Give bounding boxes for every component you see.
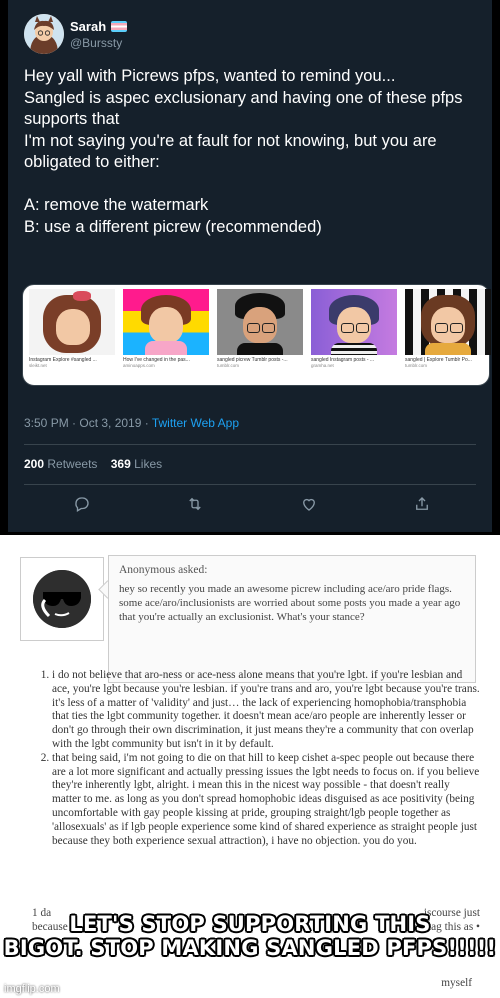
user-avatar[interactable] [24, 14, 64, 54]
image-search-results: Instagram Explore #sangled ... sleikt.ne… [22, 284, 491, 386]
image-result-1[interactable]: Instagram Explore #sangled ... sleikt.ne… [29, 289, 115, 381]
like-icon[interactable] [299, 494, 319, 514]
image-source-1: sleikt.net [29, 363, 47, 368]
answer-body: i do not believe that aro-ness or ace-ne… [32, 669, 480, 848]
tweet-actions [72, 494, 432, 514]
asker-label: Anonymous asked: [119, 564, 208, 576]
tweet-card: Sarah @Burssty Hey yall with Picrews pfp… [8, 0, 492, 532]
likes-count-link[interactable]: 369 Likes [111, 457, 162, 471]
image-source-2: aminoapps.com [123, 363, 155, 368]
tweet-app-link[interactable]: Twitter Web App [152, 416, 239, 430]
answer-point-1: i do not believe that aro-ness or ace-ne… [52, 669, 480, 752]
ask-question: hey so recently you made an awesome picr… [119, 583, 461, 623]
retweets-count: 200 [24, 457, 45, 471]
image-result-4[interactable]: sangled Instagram posts - ... gramha.net [311, 289, 397, 381]
meme-caption-line-1: LET'S STOP SUPPORTING THIS [69, 912, 431, 936]
image-result-2[interactable]: How I've changed in the pas... aminoapps… [123, 289, 209, 381]
meme-caption: LET'S STOP SUPPORTING THIS BIGOT. STOP M… [0, 912, 500, 960]
image-source-5: tumblr.com [405, 363, 428, 368]
picrew-image-2 [123, 289, 209, 355]
share-icon[interactable] [412, 494, 432, 514]
image-result-3[interactable]: sangled picrew Tumblr posts -... tumblr.… [217, 289, 303, 381]
picrew-image-3 [217, 289, 303, 355]
likes-label: Likes [134, 457, 163, 471]
retweets-label: Retweets [47, 457, 98, 471]
divider [24, 484, 476, 485]
tweet-text: Hey yall with Picrews pfps, wanted to re… [24, 67, 463, 236]
image-source-3: tumblr.com [217, 363, 240, 368]
anonymous-avatar [20, 557, 104, 641]
tweet-metadata: 3:50 PM · Oct 3, 2019 · Twitter Web App [24, 416, 239, 430]
retweets-count-link[interactable]: 200 Retweets [24, 457, 97, 471]
meme-caption-line-2: BIGOT. STOP MAKING SANGLED PFPS!!!!! [3, 936, 497, 960]
engagement-counts: 200 Retweets 369 Likes [24, 457, 162, 471]
answer-point-2: that being said, i'm not going to die on… [52, 752, 480, 849]
imgflip-watermark: imgflip.com [4, 983, 60, 995]
divider [24, 444, 476, 445]
ask-bubble: Anonymous asked: hey so recently you mad… [108, 555, 476, 683]
user-handle[interactable]: @Burssty [70, 36, 122, 50]
sunglasses-icon [33, 570, 91, 628]
trans-flag-icon [111, 21, 128, 32]
image-source-4: gramha.net [311, 363, 334, 368]
answer-signoff: myself [441, 977, 472, 989]
retweet-icon[interactable] [185, 494, 205, 514]
picrew-image-1 [29, 289, 115, 355]
tweet-timestamp[interactable]: 3:50 PM · Oct 3, 2019 · [24, 416, 152, 430]
display-name-row[interactable]: Sarah [70, 19, 128, 34]
display-name[interactable]: Sarah [70, 19, 106, 34]
picrew-image-5 [405, 289, 491, 355]
reply-icon[interactable] [72, 494, 92, 514]
likes-count: 369 [110, 457, 131, 471]
picrew-image-4 [311, 289, 397, 355]
image-result-5[interactable]: sangled | Explore Tumblr Po... tumblr.co… [405, 289, 491, 381]
